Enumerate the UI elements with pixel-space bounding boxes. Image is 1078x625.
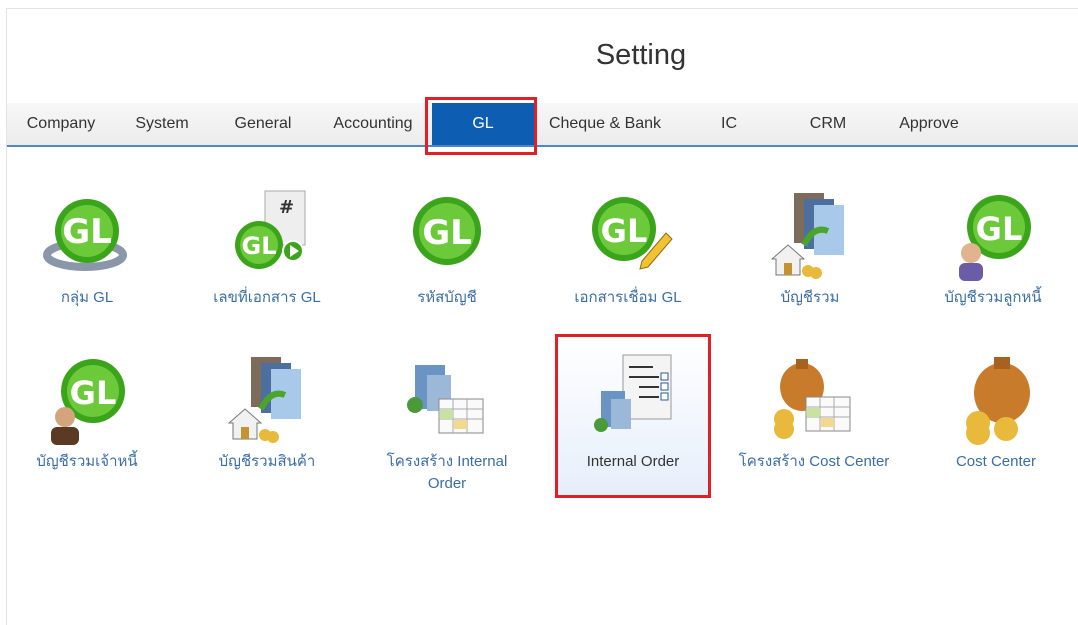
tab-accounting[interactable]: Accounting [327,103,419,145]
tile-label: กลุ่ม GL [60,289,114,306]
tile-internal-order[interactable]: Internal Order [557,337,709,497]
tile-gl-group[interactable]: GL กลุ่ม GL [7,189,167,309]
tile-label: บัญชีรวมสินค้า [218,453,316,470]
internal-order-structure-icon [401,353,493,445]
gl-group-icon: GL [41,189,133,281]
tab-system[interactable]: System [125,103,199,145]
ap-control-account-icon: GL [41,353,133,445]
tile-label: โครงสร้าง Cost Center [738,453,890,470]
page-title: Setting [595,39,687,71]
tile-label: บัญชีรวมเจ้าหนี้ [36,453,138,470]
tab-cheque-bank[interactable]: Cheque & Bank [547,103,663,145]
tile-internal-order-structure[interactable]: โครงสร้าง Internal Order [367,353,527,495]
tile-gl-document-number[interactable]: # GL เลขที่เอกสาร GL [187,189,347,309]
tile-gl-account-code[interactable]: GL รหัสบัญชี [367,189,527,309]
tile-label: Cost Center [955,453,1037,470]
gl-account-code-icon: GL [401,189,493,281]
tile-inventory-control-account[interactable]: บัญชีรวมสินค้า [187,353,347,473]
cost-center-structure-icon [768,353,860,445]
tile-cost-center-structure[interactable]: โครงสร้าง Cost Center [734,353,894,473]
tab-ic[interactable]: IC [709,103,749,145]
svg-text:GL: GL [976,210,1023,248]
svg-text:GL: GL [242,232,277,260]
tab-general[interactable]: General [225,103,301,145]
control-account-icon [764,189,856,281]
tile-label: โครงสร้าง Internal Order [386,453,508,492]
internal-order-icon [587,353,679,445]
svg-text:GL: GL [422,213,472,253]
tile-gl-link-document[interactable]: GL เอกสารเชื่อม GL [548,189,708,309]
inventory-control-account-icon [221,353,313,445]
svg-text:GL: GL [601,212,648,250]
tile-label: บัญชีรวม [780,289,840,306]
svg-text:GL: GL [70,374,117,412]
settings-tab-bar: Company System General Accounting GL Che… [7,103,1078,147]
tile-ap-control-account[interactable]: GL บัญชีรวมเจ้าหนี้ [7,353,167,473]
tile-label: รหัสบัญชี [417,289,477,306]
ar-control-account-icon: GL [947,189,1039,281]
svg-text:#: # [279,197,294,218]
settings-window: Setting Company System General Accountin… [6,8,1078,625]
gl-document-number-icon: # GL [221,189,313,281]
tile-label: บัญชีรวมลูกหนี้ [944,289,1042,306]
tile-ar-control-account[interactable]: GL บัญชีรวมลูกหนี้ [913,189,1073,309]
gl-link-document-icon: GL [582,189,674,281]
svg-text:GL: GL [62,212,112,252]
tab-company[interactable]: Company [15,103,107,145]
tile-label: เลขที่เอกสาร GL [213,289,321,306]
tab-gl[interactable]: GL [432,103,534,145]
tile-control-account[interactable]: บัญชีรวม [730,189,890,309]
tile-cost-center[interactable]: Cost Center [916,353,1076,473]
cost-center-icon [950,353,1042,445]
tile-label: Internal Order [586,453,680,470]
tile-label: เอกสารเชื่อม GL [574,289,682,306]
tab-crm[interactable]: CRM [803,103,853,145]
tab-approve[interactable]: Approve [889,103,969,145]
